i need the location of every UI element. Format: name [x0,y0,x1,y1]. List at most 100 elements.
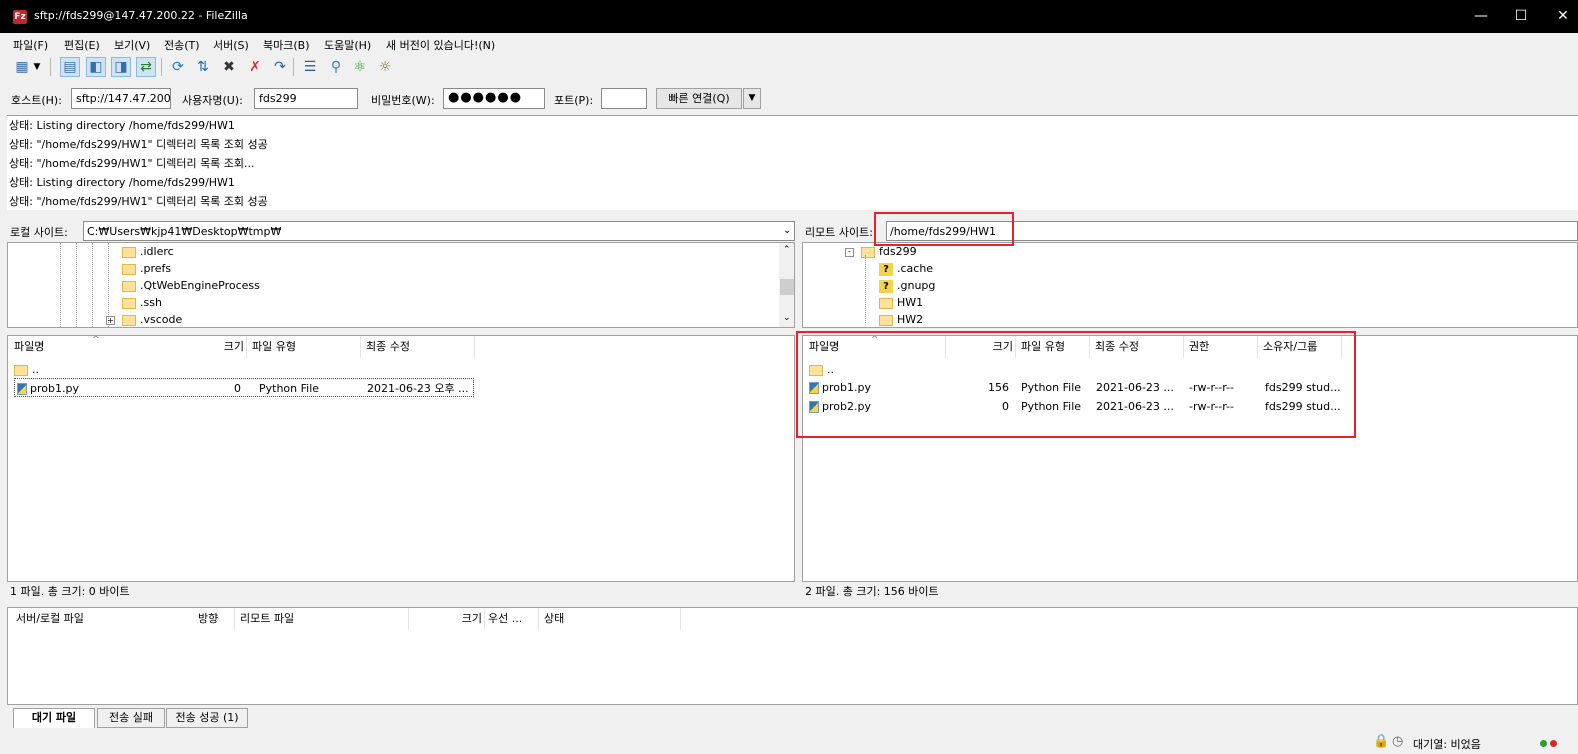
password-input[interactable]: ●●●●●● [443,88,545,109]
toggle-remote-tree-icon[interactable]: ◨ [111,57,131,77]
refresh-icon[interactable]: ⟳ [168,57,188,77]
local-site-bar: 로컬 사이트: C:₩Users₩kjp41₩Desktop₩tmp₩ ⌄ [7,220,795,242]
quickconnect-dropdown-icon[interactable]: ▼ [743,88,761,109]
log-line: 상태: Listing directory /home/fds299/HW1 [9,119,235,132]
reconnect-icon[interactable]: ↷ [270,57,290,77]
folder-icon [14,364,28,376]
sort-up-icon: ^ [92,335,100,345]
tab-failed-transfers[interactable]: 전송 실패 [97,708,165,728]
column-header-status[interactable]: 상태 [540,608,680,630]
chevron-down-icon[interactable]: ⌄ [783,225,791,236]
toggle-local-tree-icon[interactable]: ◧ [86,57,106,77]
menu-bar: 파일(F) 편집(E) 보기(V) 전송(T) 서버(S) 북마크(B) 도움말… [0,34,1578,52]
local-directory-tree[interactable]: .idlerc .prefs .QtWebEngineProcess .ssh … [7,242,795,328]
lock-icon: 🔒 [1373,734,1390,749]
search-icon[interactable]: ☼ [375,57,395,77]
tab-queued-files[interactable]: 대기 파일 [13,708,95,728]
folder-icon [861,246,875,258]
menu-help[interactable]: 도움말(H) [324,37,371,53]
column-header-direction[interactable]: 방향 [194,608,234,630]
folder-icon [122,280,136,292]
menu-bookmarks[interactable]: 북마크(B) [263,37,310,53]
site-manager-dropdown-icon[interactable]: ▼ [31,57,43,77]
menu-file[interactable]: 파일(F) [13,37,48,53]
folder-icon [122,246,136,258]
column-header-size[interactable]: 크기 [208,336,244,358]
cancel-icon[interactable]: ✖ [219,57,239,77]
menu-view[interactable]: 보기(V) [114,37,150,53]
filezilla-logo-icon: Fz [13,10,27,24]
quickconnect-button[interactable]: 빠른 연결(Q) [656,88,742,109]
column-header-remote-file[interactable]: 리모트 파일 [236,608,408,630]
column-header-modified[interactable]: 최종 수정 [362,336,472,358]
folder-icon [122,314,136,326]
remote-site-label: 리모트 사이트: [805,226,873,239]
tree-item[interactable]: .ssh [122,294,162,311]
scrollbar[interactable]: ⌃ ⌄ [779,243,794,327]
tab-successful-transfers[interactable]: 전송 성공 (1) [166,708,248,728]
column-header-name[interactable]: 파일명 [10,336,200,358]
process-queue-icon[interactable]: ⇅ [193,57,213,77]
expand-icon[interactable]: + [106,315,115,325]
remote-status: 2 파일. 총 크기: 156 바이트 [802,582,1578,602]
local-file-list[interactable]: 파일명 ^ 크기 파일 유형 최종 수정 .. prob1.py 0 Pytho… [7,335,795,582]
queue-status: 대기열: 비었음 [1413,738,1481,751]
folder-icon [879,297,893,309]
log-line: 상태: "/home/fds299/HW1" 디렉터리 목록 조회 성공 [9,195,268,208]
scrollbar-thumb[interactable] [780,279,794,295]
window-title: sftp://fds299@147.47.200.22 - FileZilla [34,9,248,22]
highlight-box [874,212,1014,246]
host-input[interactable]: sftp://147.47.200.2 [71,88,171,109]
folder-icon [122,297,136,309]
tree-item[interactable]: ? .cache [879,260,933,277]
tree-item[interactable]: ? .gnupg [879,277,935,294]
menu-new-version[interactable]: 새 버전이 있습니다!(N) [386,37,495,53]
column-header-size[interactable]: 크기 [448,608,482,630]
message-log[interactable]: 상태: Listing directory /home/fds299/HW1 상… [7,115,1578,210]
speed-limit-icon: ◷ [1392,734,1404,749]
filter-icon[interactable]: ☰ [300,57,320,77]
highlight-box [796,331,1356,438]
title-bar: Fz sftp://fds299@147.47.200.22 - FileZil… [0,0,1578,33]
file-row[interactable]: .. [8,360,794,379]
port-input[interactable] [601,88,647,109]
tree-item[interactable]: .prefs [122,260,171,277]
local-status: 1 파일. 총 크기: 0 바이트 [7,582,795,602]
tree-item-selected[interactable]: HW1 [879,294,923,311]
transfer-queue[interactable]: 서버/로컬 파일 방향 리모트 파일 크기 우선 ... 상태 [7,607,1578,705]
menu-edit[interactable]: 편집(E) [64,37,100,53]
file-row-selected[interactable]: prob1.py 0 Python File 2021-06-23 오후 ... [14,378,474,397]
tree-item[interactable]: .idlerc [122,243,174,260]
python-file-icon [17,383,27,395]
chevron-up-icon[interactable]: ⌃ [783,245,791,255]
chevron-down-icon[interactable]: ⌄ [783,313,791,323]
log-line: 상태: "/home/fds299/HW1" 디렉터리 목록 조회... [9,157,255,170]
compare-icon[interactable]: ⚲ [326,57,346,77]
unknown-folder-icon: ? [879,279,893,293]
user-input[interactable]: fds299 [254,88,358,109]
menu-server[interactable]: 서버(S) [213,37,249,53]
site-manager-icon[interactable]: ▦ [12,57,32,77]
toolbar: ▦ ▼ ▤ ◧ ◨ ⇄ ⟳ ⇅ ✖ ✗ ↷ ☰ ⚲ ⚛ ☼ [0,53,1578,83]
toggle-log-icon[interactable]: ▤ [60,57,80,77]
minimize-icon[interactable]: — [1466,6,1496,26]
close-icon[interactable]: ✕ [1548,6,1578,26]
toggle-queue-icon[interactable]: ⇄ [136,57,156,77]
log-line: 상태: "/home/fds299/HW1" 디렉터리 목록 조회 성공 [9,138,268,151]
column-header-priority[interactable]: 우선 ... [484,608,534,630]
menu-transfer[interactable]: 전송(T) [164,37,200,53]
collapse-icon[interactable]: - [845,247,854,257]
sync-browse-icon[interactable]: ⚛ [350,57,370,77]
column-header-server-file[interactable]: 서버/로컬 파일 [12,608,182,630]
password-label: 비밀번호(W): [371,94,435,107]
column-header-type[interactable]: 파일 유형 [248,336,358,358]
maximize-icon[interactable]: ☐ [1506,6,1536,26]
tree-item[interactable]: .QtWebEngineProcess [122,277,260,294]
user-label: 사용자명(U): [182,94,243,107]
tree-item[interactable]: HW2 [879,311,923,327]
quickconnect-bar: 호스트(H): sftp://147.47.200.2 사용자명(U): fds… [0,85,1578,113]
tree-item[interactable]: + .vscode [106,311,182,327]
local-path-input[interactable]: C:₩Users₩kjp41₩Desktop₩tmp₩ [83,221,795,241]
remote-directory-tree[interactable]: - fds299 ? .cache ? .gnupg HW1 HW2 [802,242,1578,328]
disconnect-icon[interactable]: ✗ [245,57,265,77]
